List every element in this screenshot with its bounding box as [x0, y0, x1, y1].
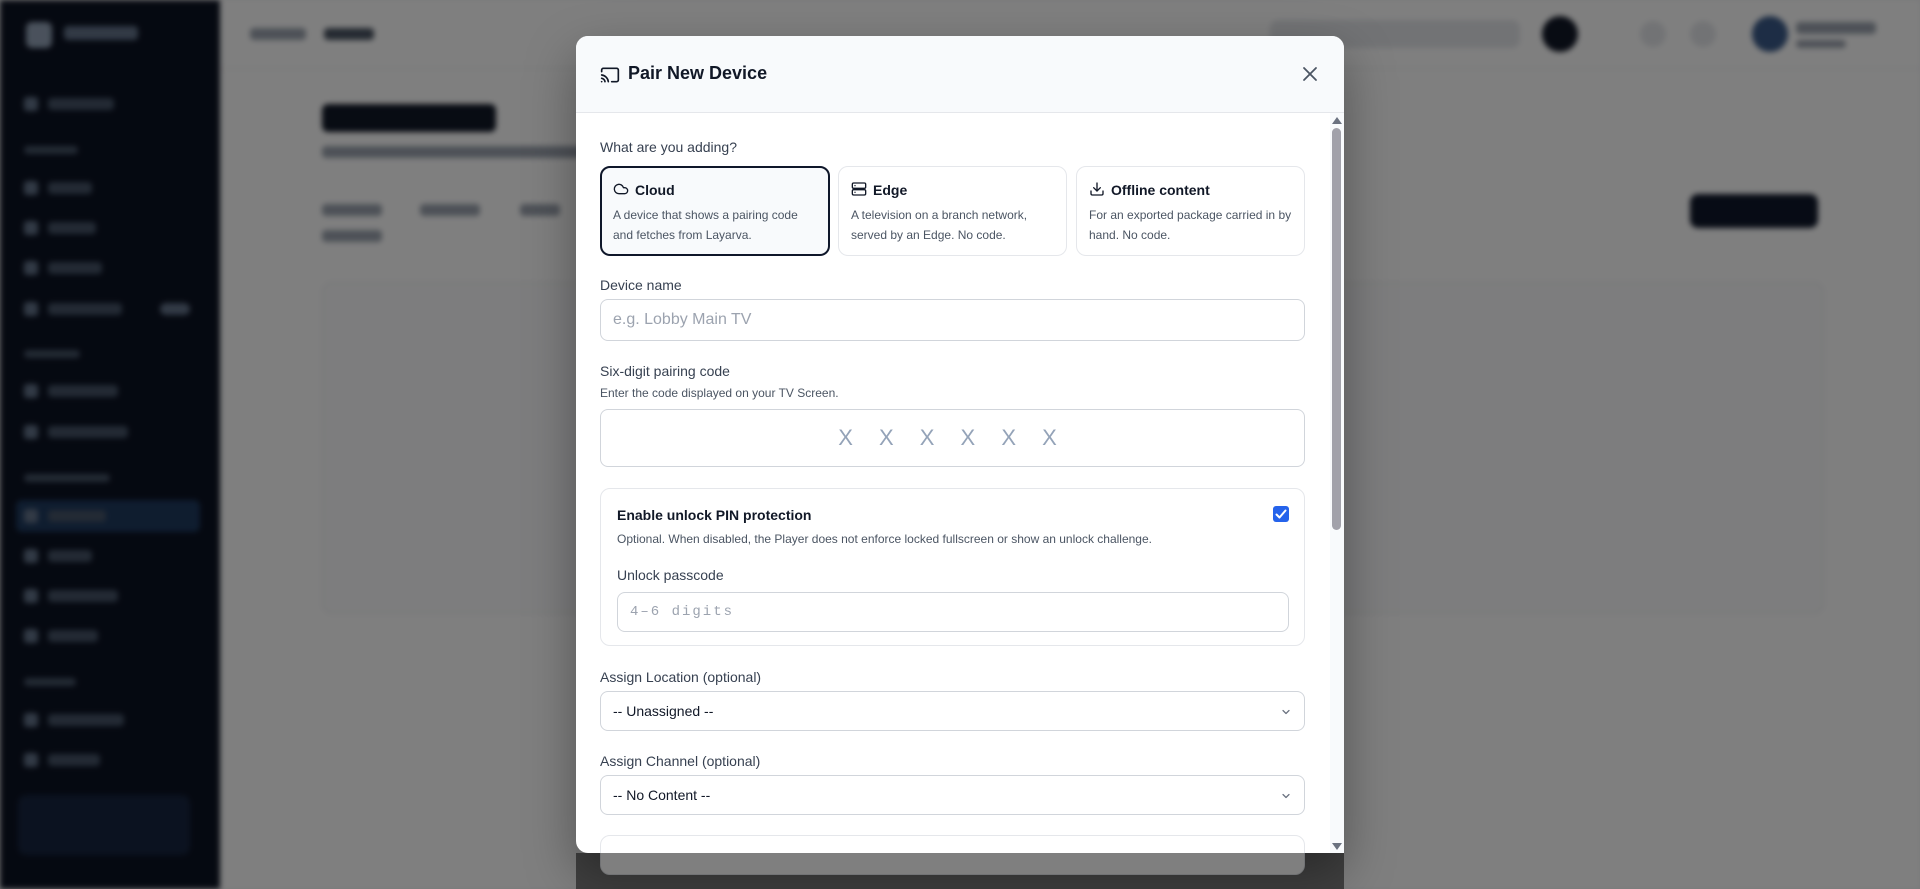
device-type-description: A television on a branch network, served…: [851, 208, 1028, 242]
pin-protection-checkbox[interactable]: [1273, 506, 1289, 522]
modal-title: Pair New Device: [628, 63, 768, 83]
channel-selected-value: -- No Content --: [613, 787, 711, 803]
pairing-code-label: Six-digit pairing code: [600, 363, 730, 379]
pin-protection-title: Enable unlock PIN protection: [617, 507, 812, 523]
channel-label: Assign Channel (optional): [600, 753, 761, 769]
channel-select[interactable]: -- No Content --: [600, 775, 1305, 815]
device-type-title: Offline content: [1111, 182, 1210, 198]
scroll-up-arrow[interactable]: [1332, 117, 1342, 124]
device-type-description: A device that shows a pairing code and f…: [613, 208, 798, 242]
pin-protection-description: Optional. When disabled, the Player does…: [617, 532, 1152, 546]
modal-bottom-mask: [576, 853, 1344, 889]
location-label: Assign Location (optional): [600, 669, 762, 685]
device-type-offline[interactable]: Offline content For an exported package …: [1076, 166, 1305, 256]
download-icon: [1090, 182, 1104, 196]
unlock-passcode-label: Unlock passcode: [617, 567, 724, 583]
pairing-code-hint: Enter the code displayed on your TV Scre…: [600, 386, 839, 400]
chevron-down-icon: [1282, 793, 1290, 799]
close-icon[interactable]: [1298, 62, 1322, 86]
location-selected-value: -- Unassigned --: [613, 703, 714, 719]
check-icon: [1275, 509, 1287, 519]
device-type-title: Edge: [873, 182, 908, 198]
modal-header: Pair New Device: [576, 36, 1344, 113]
chevron-down-icon: [1282, 709, 1290, 715]
scroll-down-arrow[interactable]: [1332, 843, 1342, 850]
cast-icon: [600, 67, 620, 83]
location-select[interactable]: -- Unassigned --: [600, 691, 1305, 731]
device-type-edge[interactable]: Edge A television on a branch network, s…: [838, 166, 1067, 256]
device-type-description: For an exported package carried in by ha…: [1089, 208, 1292, 242]
device-type-question: What are you adding?: [600, 139, 737, 155]
cloud-icon: [613, 183, 629, 195]
unlock-passcode-input[interactable]: [617, 592, 1289, 632]
scroll-thumb[interactable]: [1332, 128, 1341, 530]
device-name-label: Device name: [600, 277, 682, 293]
pin-protection-section: Enable unlock PIN protection Optional. W…: [600, 488, 1305, 646]
server-icon: [851, 182, 867, 196]
device-name-input[interactable]: [600, 299, 1305, 341]
device-type-title: Cloud: [635, 182, 675, 198]
device-type-cloud[interactable]: Cloud A device that shows a pairing code…: [600, 166, 830, 256]
pairing-code-input[interactable]: [600, 409, 1305, 467]
